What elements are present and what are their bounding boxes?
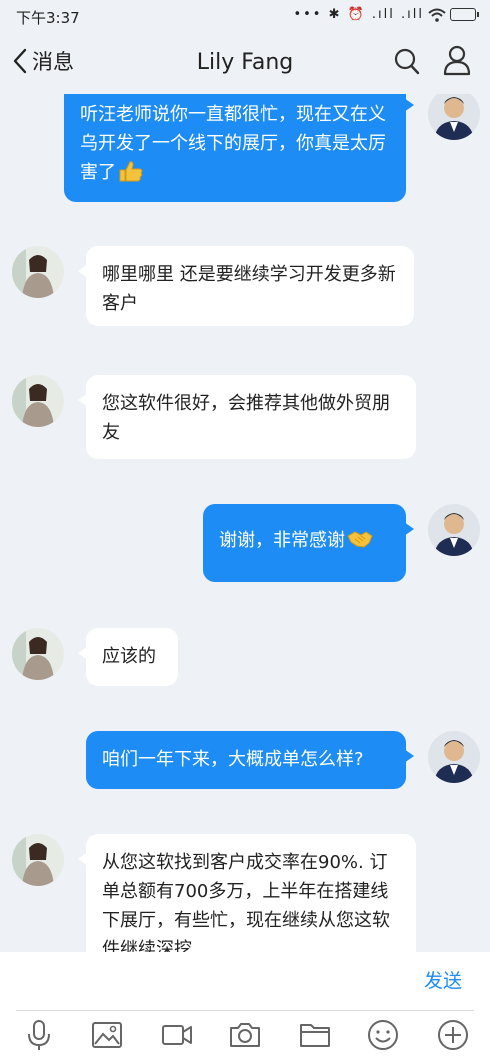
- message-bubble-outgoing[interactable]: 咱们一年下来，大概成单怎么样?: [86, 731, 414, 789]
- nav-bar: 消息 Lily Fang: [0, 32, 490, 94]
- message-text: 咱们一年下来，大概成单怎么样?: [102, 749, 364, 770]
- input-area: 发送: [0, 952, 490, 1061]
- message-text: 从您这软找到客户成交率在90%. 订单总额有700多万，上半年在搭建线下展厅，有…: [102, 852, 390, 952]
- message-input[interactable]: [16, 962, 410, 1004]
- avatar-self[interactable]: [428, 504, 480, 556]
- message-bubble-outgoing[interactable]: 听汪老师说你一直都很忙，现在又在义乌开发了一个线下的展厅，你真是太厉害了: [64, 94, 414, 202]
- avatar-contact[interactable]: [12, 375, 64, 427]
- back-button[interactable]: 消息: [12, 46, 74, 76]
- battery-icon: [450, 8, 479, 21]
- wifi-icon: [428, 8, 446, 22]
- message-bubble-incoming[interactable]: 应该的: [78, 628, 178, 686]
- profile-icon[interactable]: [442, 44, 472, 76]
- microphone-icon[interactable]: [22, 1018, 56, 1052]
- message-text: 哪里哪里 还是要继续学习开发更多新客户: [102, 264, 396, 314]
- status-icons: ••• ✱ ⏰ .ıll .ıll: [293, 7, 479, 22]
- input-toolbar: [0, 1014, 490, 1060]
- message-bubble-outgoing[interactable]: 谢谢，非常感谢: [203, 504, 414, 582]
- camera-icon[interactable]: [228, 1018, 262, 1052]
- message-bubble-incoming[interactable]: 从您这软找到客户成交率在90%. 订单总额有700多万，上半年在搭建线下展厅，有…: [78, 834, 416, 952]
- message-text: 应该的: [102, 646, 156, 667]
- video-icon[interactable]: [160, 1018, 194, 1052]
- message-bubble-incoming[interactable]: 您这软件很好，会推荐其他做外贸朋友: [78, 375, 416, 459]
- avatar-self[interactable]: [428, 94, 480, 140]
- chevron-left-icon: [13, 48, 27, 74]
- image-icon[interactable]: [90, 1018, 124, 1052]
- message-text: 您这软件很好，会推荐其他做外贸朋友: [102, 393, 390, 443]
- thumbs-up-icon: [119, 161, 143, 182]
- status-bar: 下午3:37 ••• ✱ ⏰ .ıll .ıll: [0, 0, 490, 32]
- emoji-icon[interactable]: [366, 1018, 400, 1052]
- back-label: 消息: [32, 50, 74, 74]
- message-text: 谢谢，非常感谢: [219, 530, 345, 551]
- status-time: 下午3:37: [16, 9, 80, 27]
- avatar-contact[interactable]: [12, 246, 64, 298]
- avatar-self[interactable]: [428, 731, 480, 783]
- handshake-icon: [347, 531, 373, 548]
- status-indicators: ••• ✱ ⏰ .ıll .ıll: [293, 7, 424, 22]
- send-button[interactable]: 发送: [424, 966, 462, 993]
- folder-icon[interactable]: [298, 1018, 332, 1052]
- divider: [16, 1010, 474, 1011]
- chat-area[interactable]: 听汪老师说你一直都很忙，现在又在义乌开发了一个线下的展厅，你真是太厉害了 哪里哪…: [0, 94, 490, 952]
- message-bubble-incoming[interactable]: 哪里哪里 还是要继续学习开发更多新客户: [78, 246, 414, 326]
- plus-icon[interactable]: [436, 1018, 470, 1052]
- avatar-contact[interactable]: [12, 628, 64, 680]
- avatar-contact[interactable]: [12, 834, 64, 886]
- search-icon[interactable]: [393, 46, 421, 76]
